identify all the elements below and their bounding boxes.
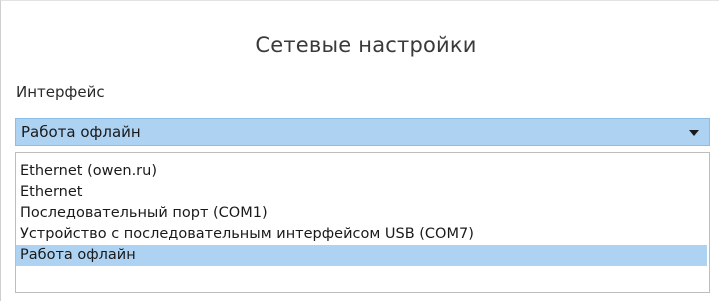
option-offline[interactable]: Работа офлайн (16, 245, 707, 266)
option-ethernet[interactable]: Ethernet (16, 182, 707, 203)
network-settings-dialog: Сетевые настройки Интерфейс Работа офлай… (0, 0, 719, 301)
option-usb-serial-com7[interactable]: Устройство с последовательным интерфейсо… (16, 224, 707, 245)
interface-select-value: Работа офлайн (21, 123, 141, 141)
interface-dropdown-list: Ethernet (owen.ru) Ethernet Последовател… (15, 152, 710, 293)
chevron-down-icon[interactable] (689, 130, 699, 136)
dialog-title: Сетевые настройки (255, 33, 477, 57)
interface-select[interactable]: Работа офлайн (15, 118, 710, 146)
interface-label: Интерфейс (16, 83, 105, 101)
option-ethernet-owen[interactable]: Ethernet (owen.ru) (16, 161, 707, 182)
option-serial-com1[interactable]: Последовательный порт (COM1) (16, 203, 707, 224)
